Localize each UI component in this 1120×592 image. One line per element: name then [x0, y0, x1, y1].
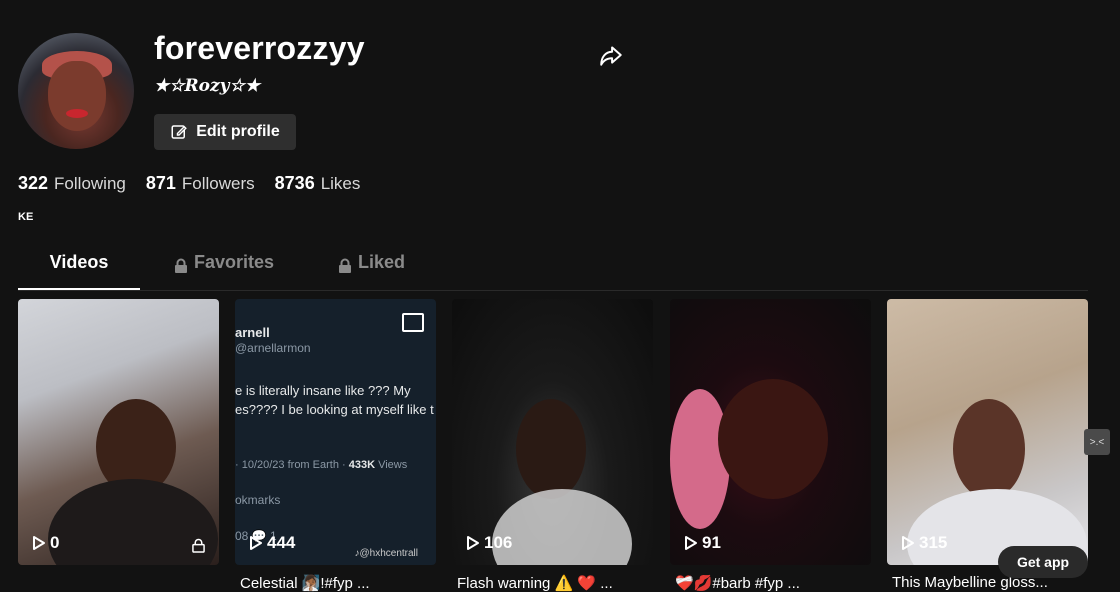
likes-label: Likes: [320, 174, 361, 193]
play-icon: [33, 536, 45, 550]
tab-favorites[interactable]: Favorites: [174, 252, 274, 290]
view-count-value: 0: [50, 533, 60, 552]
play-icon: [467, 536, 479, 550]
tweet-meta: · 10/20/23 from Earth · 433K Views: [235, 459, 407, 471]
video-thumbnail-shirt: [492, 489, 632, 565]
play-icon: [250, 536, 262, 550]
video-thumbnail-subject: [953, 399, 1025, 499]
avatar-lips: [66, 109, 88, 118]
play-icon: [902, 536, 914, 550]
view-count-value: 91: [702, 533, 721, 552]
share-icon[interactable]: [598, 42, 624, 68]
video-card[interactable]: 0: [18, 299, 219, 565]
tab-liked-label: Liked: [358, 252, 406, 272]
tweet-meta-views: 433K: [348, 459, 376, 471]
view-count: 315: [901, 533, 947, 553]
tab-liked[interactable]: Liked: [338, 252, 405, 290]
tweet-text-line: e is literally insane like ??? My: [235, 383, 411, 398]
play-icon: [685, 536, 697, 550]
following-count: 322: [18, 173, 49, 193]
view-count-value: 444: [267, 533, 296, 552]
tweet-bookmarks: okmarks: [235, 493, 281, 507]
tweet-author-handle: @arnellarmon: [235, 341, 311, 355]
tab-favorites-label: Favorites: [194, 252, 275, 272]
tweet-author-name: arnell: [235, 325, 270, 340]
tweet-text: e is literally insane like ??? My es????…: [235, 381, 434, 419]
view-count-value: 106: [484, 533, 513, 552]
video-thumbnail-subject: [718, 379, 828, 499]
view-count-value: 315: [919, 533, 948, 552]
tweet-meta-suffix: Views: [375, 459, 408, 471]
video-card[interactable]: arnell @arnellarmon e is literally insan…: [235, 299, 436, 565]
followers-count: 871: [145, 173, 176, 193]
tweet-text-line: es???? I be looking at myself like t: [235, 402, 434, 417]
video-thumbnail-subject: [516, 399, 586, 499]
get-app-button[interactable]: Get app: [998, 546, 1088, 578]
watermark-handle: @hxhcentrall: [359, 548, 418, 559]
likes-count: 8736: [274, 173, 315, 193]
stat-likes: 8736 Likes: [275, 173, 361, 194]
tab-videos[interactable]: Videos: [18, 252, 140, 290]
video-card[interactable]: 106: [452, 299, 653, 565]
stat-followers[interactable]: 871 Followers: [146, 173, 255, 194]
video-card[interactable]: 315: [887, 299, 1088, 565]
tiktok-watermark: ♪@hxhcentrall: [354, 548, 418, 559]
video-caption[interactable]: Flash warning ⚠️ ❤️ ...: [457, 574, 657, 592]
video-caption[interactable]: ❤️‍🩹💋#barb #fyp ...: [675, 574, 875, 592]
following-label: Following: [54, 174, 126, 193]
profile-stats: 322 Following 871 Followers 8736 Likes: [18, 173, 360, 194]
video-caption[interactable]: Celestial 🧖🏾‍♀️!#fyp ...: [240, 574, 440, 592]
profile-avatar[interactable]: [18, 33, 134, 149]
profile-username: foreverrozzyy: [154, 30, 365, 66]
profile-bio: KE: [18, 211, 34, 223]
profile-tabs: Videos Favorites Liked: [18, 252, 1088, 291]
followers-label: Followers: [181, 174, 255, 193]
tweet-meta-date: · 10/20/23 from Earth ·: [235, 459, 349, 471]
tab-videos-label: Videos: [49, 252, 109, 272]
lock-icon: [192, 538, 205, 553]
view-count: 106: [466, 533, 512, 553]
lock-icon: [175, 258, 187, 273]
view-count: 0: [32, 533, 59, 553]
edit-profile-button[interactable]: Edit profile: [154, 114, 296, 150]
profile-nickname: ★☆Rozy☆★: [154, 76, 260, 96]
edit-icon: [171, 125, 188, 139]
photo-icon: [402, 313, 424, 332]
edit-profile-label: Edit profile: [196, 123, 280, 140]
stat-following[interactable]: 322 Following: [18, 173, 126, 194]
view-count: 444: [249, 533, 295, 553]
lock-icon: [339, 258, 351, 273]
avatar-face: [48, 61, 106, 131]
video-card[interactable]: 91: [670, 299, 871, 565]
side-widget-tab[interactable]: >.<: [1084, 429, 1110, 455]
view-count: 91: [684, 533, 721, 553]
